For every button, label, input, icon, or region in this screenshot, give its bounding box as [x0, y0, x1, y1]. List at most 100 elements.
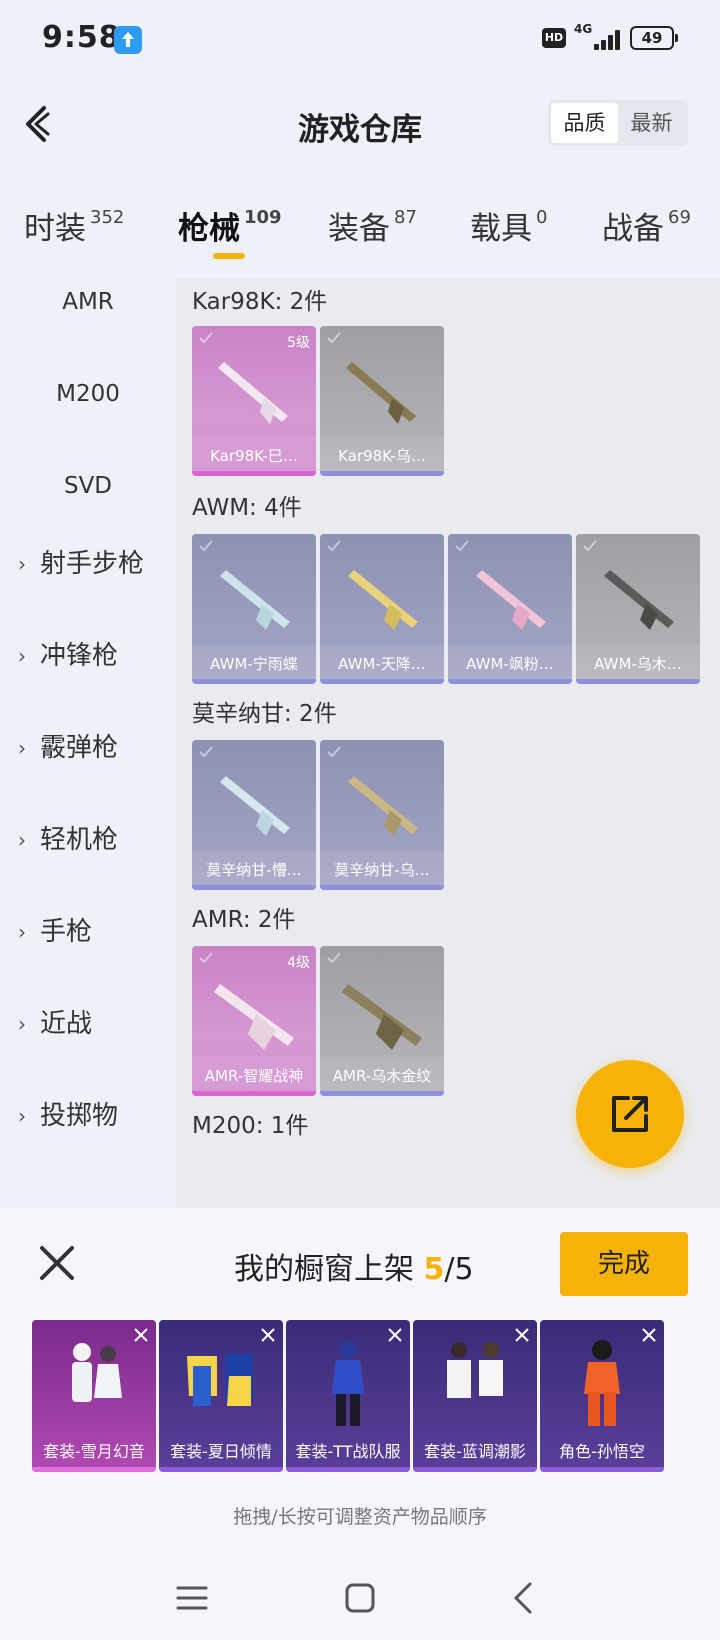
weapon-name: AMR-乌木金纹: [332, 1067, 432, 1085]
done-button[interactable]: 完成: [560, 1232, 688, 1296]
rifle-icon: [342, 984, 422, 1050]
weapon-card[interactable]: 莫辛纳甘-懵…: [192, 740, 316, 890]
rifle-icon: [214, 984, 294, 1050]
weapon-name: Kar98K-乌…: [338, 447, 426, 465]
sort-quality-button[interactable]: 品质: [551, 103, 618, 143]
chevron-right-icon: ›: [18, 736, 26, 760]
hd-icon: HD: [542, 28, 566, 48]
sidebar-group-shotgun[interactable]: › 霰弹枪: [0, 718, 176, 778]
chevron-right-icon: ›: [18, 552, 26, 576]
chevron-left-icon: [26, 106, 50, 142]
weapon-card[interactable]: AMR-乌木金纹: [320, 946, 444, 1096]
sidebar-group-throwable[interactable]: › 投掷物: [0, 1086, 176, 1146]
weapon-name: AWM-飒粉…: [466, 655, 554, 673]
shelf-item[interactable]: 套装-夏日倾情: [159, 1320, 283, 1472]
sidebar-item-amr[interactable]: AMR: [0, 278, 176, 332]
tab-vehicles[interactable]: 载具 0: [470, 203, 547, 248]
home-square-icon: [345, 1583, 375, 1613]
status-time: 9:58: [42, 20, 121, 55]
weapon-card[interactable]: Kar98K-乌…: [320, 326, 444, 476]
tab-label: 枪械: [178, 211, 240, 247]
sidebar-group-lmg[interactable]: › 轻机枪: [0, 810, 176, 870]
weapon-name: AWM-天降…: [338, 655, 426, 673]
tab-label: 载具: [470, 211, 532, 247]
shelf-item[interactable]: 套装-蓝调潮影: [413, 1320, 537, 1472]
sidebar: AMR M200 SVD › 射手步枪 › 冲锋枪 › 霰弹枪 › 轻机枪 › 手枪 › 近…: [0, 278, 176, 1208]
tab-label: 装备: [328, 211, 390, 247]
tab-count: 69: [668, 207, 691, 228]
rifle-icon: [604, 570, 674, 630]
weapon-name: Kar98K-巳…: [210, 447, 298, 465]
shelf-hint: 拖拽/长按可调整资产物品顺序: [233, 1506, 487, 1528]
shelf-item[interactable]: 角色-孙悟空: [540, 1320, 664, 1472]
chevron-right-icon: ›: [18, 644, 26, 668]
tab-count: 0: [536, 207, 548, 228]
group-title: AWM: 4件: [192, 495, 302, 521]
outfit-figure-icon: [447, 1342, 503, 1398]
tab-count: 109: [244, 207, 282, 228]
rifle-icon: [346, 362, 416, 424]
tab-count: 87: [394, 207, 417, 228]
chevron-right-icon: ›: [18, 828, 26, 852]
sidebar-group-pistol[interactable]: › 手枪: [0, 902, 176, 962]
group-title: AMR: 2件: [192, 907, 296, 933]
close-button[interactable]: [34, 1240, 80, 1286]
menu-nav-button[interactable]: [172, 1578, 212, 1618]
chevron-right-icon: ›: [18, 1012, 26, 1036]
sidebar-group-label: 手枪: [40, 917, 93, 947]
tab-firearms[interactable]: 枪械 109: [178, 203, 282, 248]
shelf-count-total: /5: [444, 1252, 474, 1287]
sidebar-group-smg[interactable]: › 冲锋枪: [0, 626, 176, 686]
weapon-name: 莫辛纳甘-懵…: [206, 861, 302, 879]
home-nav-button[interactable]: [340, 1578, 380, 1618]
sidebar-group-melee[interactable]: › 近战: [0, 994, 176, 1054]
back-button[interactable]: [18, 100, 58, 148]
weapon-name: AWM-乌木…: [594, 655, 682, 673]
sidebar-group-label: 投掷物: [40, 1101, 119, 1131]
back-nav-button[interactable]: [504, 1578, 544, 1618]
chevron-right-icon: ›: [18, 1104, 26, 1128]
shelf-item[interactable]: 套装-雪月幻音: [32, 1320, 156, 1472]
share-button[interactable]: [576, 1060, 684, 1168]
rifle-icon: [220, 570, 290, 630]
tab-label: 战备: [602, 211, 664, 247]
tab-count: 352: [90, 207, 125, 228]
signal-icon: [590, 28, 624, 50]
shelf-item[interactable]: 套装-TT战队服: [286, 1320, 410, 1472]
status-bar: 9:58 HD 4G 49: [0, 0, 720, 80]
shelf-item-name: 套装-雪月幻音: [43, 1442, 145, 1461]
group-title: Kar98K: 2件: [192, 289, 328, 315]
tab-fashion[interactable]: 时装 352: [24, 203, 124, 248]
category-tabs: 时装 352 枪械 109 装备 87 载具 0 战备 69: [0, 195, 720, 275]
sort-latest-button[interactable]: 最新: [618, 103, 685, 143]
chevron-right-icon: ›: [18, 920, 26, 944]
weapon-card[interactable]: AWM-宁雨蝶: [192, 534, 316, 684]
weapon-card[interactable]: AWM-飒粉…: [448, 534, 572, 684]
weapon-card[interactable]: AWM-天降…: [320, 534, 444, 684]
sidebar-item-svd[interactable]: SVD: [0, 456, 176, 516]
weapon-card[interactable]: AWM-乌木…: [576, 534, 700, 684]
shelf-title: 我的橱窗上架 5/5: [234, 1244, 474, 1288]
character-figure-icon: [584, 1340, 620, 1426]
shelf-item-name: 套装-蓝调潮影: [424, 1442, 526, 1461]
weapon-card[interactable]: 4级 AMR-智耀战神: [192, 946, 316, 1096]
battery-icon: 49: [630, 26, 678, 50]
sidebar-group-label: 射手步枪: [40, 549, 145, 579]
rifle-icon: [476, 570, 546, 630]
shelf-item-name: 角色-孙悟空: [559, 1442, 645, 1461]
tab-equipment[interactable]: 装备 87: [328, 203, 417, 248]
back-arrow-icon: [514, 1582, 532, 1614]
tab-supplies[interactable]: 战备 69: [602, 203, 691, 248]
outfit-figure-icon: [332, 1341, 364, 1426]
sidebar-group-dmr[interactable]: › 射手步枪: [0, 534, 176, 594]
shelf-panel: 我的橱窗上架 5/5 完成 套装-雪月幻音 套装-夏日倾情 套装-TT战队服 套…: [0, 1208, 720, 1556]
outfit-figure-icon: [187, 1354, 253, 1406]
sidebar-group-label: 霰弹枪: [40, 733, 119, 763]
group-title: 莫辛纳甘: 2件: [192, 701, 337, 727]
weapon-card[interactable]: 莫辛纳甘-乌…: [320, 740, 444, 890]
weapon-card[interactable]: 5级 Kar98K-巳…: [192, 326, 316, 476]
weapon-name: AMR-智耀战神: [204, 1067, 304, 1085]
sidebar-group-label: 近战: [40, 1009, 93, 1039]
sidebar-item-m200[interactable]: M200: [0, 364, 176, 424]
sidebar-group-label: 轻机枪: [40, 825, 119, 855]
